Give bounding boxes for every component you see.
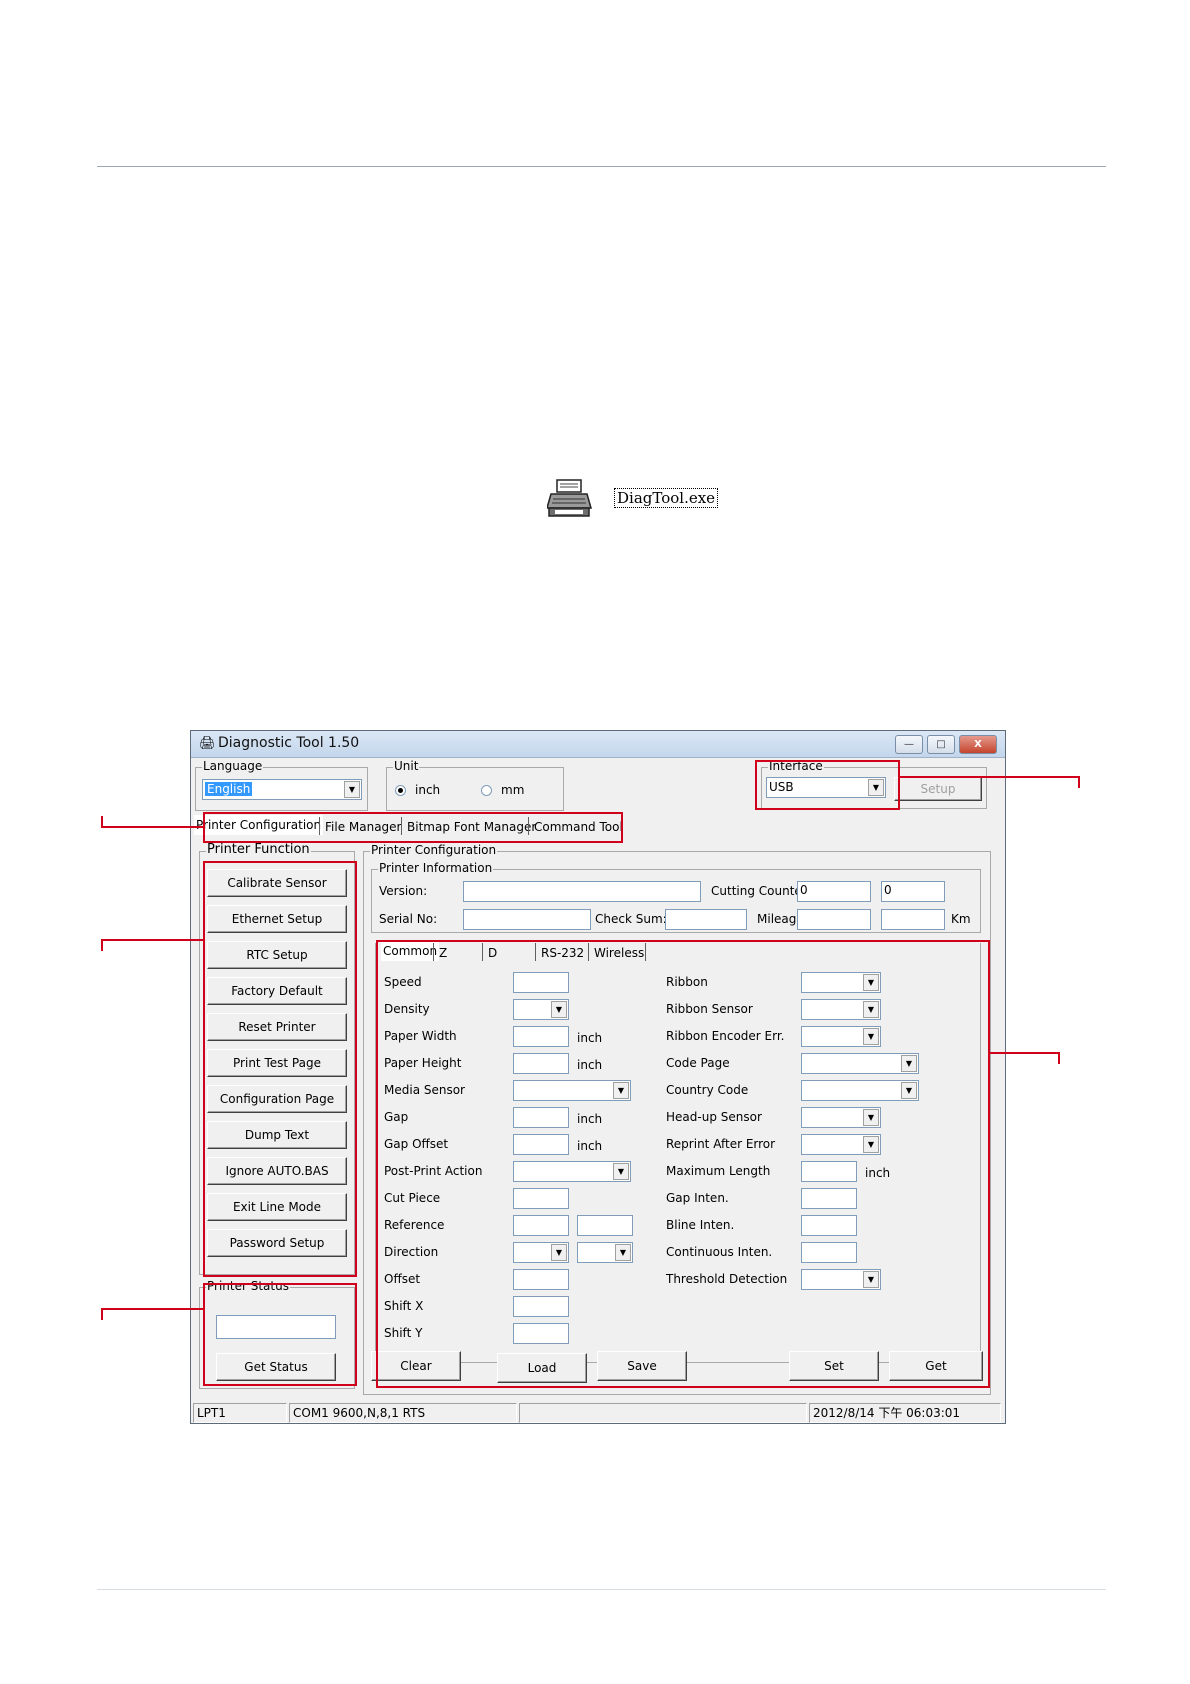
setup-button[interactable]: Setup [894,777,982,801]
annotation-tabs-leader-tick [101,816,103,828]
cutting-counter-field-2[interactable]: 0 [881,881,945,902]
unit-mm-radio[interactable] [481,785,492,796]
minimize-button[interactable]: — [895,735,923,754]
mileage-unit: Km [951,912,971,926]
unit-label: Unit [393,759,420,773]
window-title: Diagnostic Tool 1.50 [218,735,360,751]
annotation-configuration-leader [990,1052,1060,1054]
printer-information-label: Printer Information [378,861,494,875]
annotation-printer-status-leader [101,1308,203,1310]
annotation-configuration-leader-tick [1058,1052,1060,1064]
annotation-interface-leader [900,776,1080,778]
annotation-printer-status-leader-tick [101,1308,103,1320]
language-value: English [205,782,253,796]
close-button[interactable]: X [959,735,997,754]
annotation-printer-function-leader-tick [101,939,103,951]
diagtool-exe-label[interactable]: DiagTool.exe [614,488,719,508]
check-sum-field[interactable] [665,909,747,930]
status-com: COM1 9600,N,8,1 RTS [289,1403,517,1423]
unit-mm-label: mm [501,783,525,797]
status-port: LPT1 [193,1403,287,1423]
printer-function-label: Printer Function [206,842,311,857]
annotation-printer-status-box [203,1283,357,1386]
cutting-counter-field-1[interactable]: 0 [797,881,871,902]
language-select[interactable]: English ▼ [202,779,362,800]
language-label: Language [202,759,264,773]
status-datetime: 2012/8/14 下午 06:03:01 [809,1403,1001,1423]
annotation-printer-function-box [203,861,357,1277]
annotation-interface-box [755,760,900,810]
status-bar: LPT1 COM1 9600,N,8,1 RTS 2012/8/14 下午 06… [193,1403,1003,1423]
title-bar[interactable]: 🖨 Diagnostic Tool 1.50 — □ X [191,731,1005,758]
annotation-interface-leader-tick [1078,776,1080,788]
printer-icon[interactable] [546,478,593,520]
annotation-printer-function-leader [101,939,203,941]
version-field[interactable] [463,881,701,902]
serial-no-label: Serial No: [379,912,438,926]
mileage-field-1[interactable] [797,909,871,930]
status-blank [519,1403,807,1423]
version-label: Version: [379,884,428,898]
language-group: Language English ▼ [195,759,368,811]
annotation-tabs-box [203,812,623,843]
serial-no-field[interactable] [463,909,591,930]
cutting-counter-label: Cutting Counter: [711,884,811,898]
annotation-configuration-box [376,940,990,1388]
footer-rule [97,1589,1106,1590]
check-sum-label: Check Sum: [595,912,667,926]
app-printer-icon: 🖨 [199,736,216,751]
unit-inch-radio[interactable] [395,785,406,796]
maximize-button[interactable]: □ [927,735,955,754]
unit-group: Unit inch mm [386,759,564,811]
unit-inch-label: inch [415,783,441,797]
header-rule [97,166,1106,167]
mileage-field-2[interactable] [881,909,945,930]
chevron-down-icon[interactable]: ▼ [344,781,360,798]
annotation-tabs-leader [101,826,203,828]
printer-configuration-label: Printer Configuration [370,843,498,857]
